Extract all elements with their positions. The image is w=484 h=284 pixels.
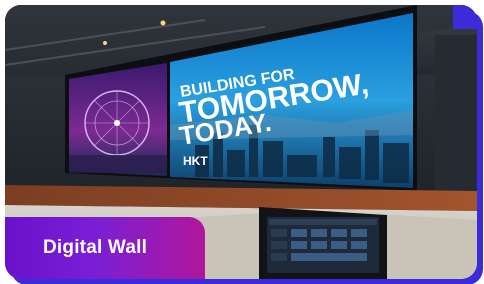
feature-card[interactable]: BUILDING FOR TOMORROW, TODAY. HKT Digita…: [5, 5, 477, 279]
card-label-chip: Digital Wall: [5, 217, 205, 279]
control-tablet: [259, 207, 387, 279]
card-label: Digital Wall: [43, 237, 148, 258]
screen-brand: HKT: [183, 154, 208, 168]
